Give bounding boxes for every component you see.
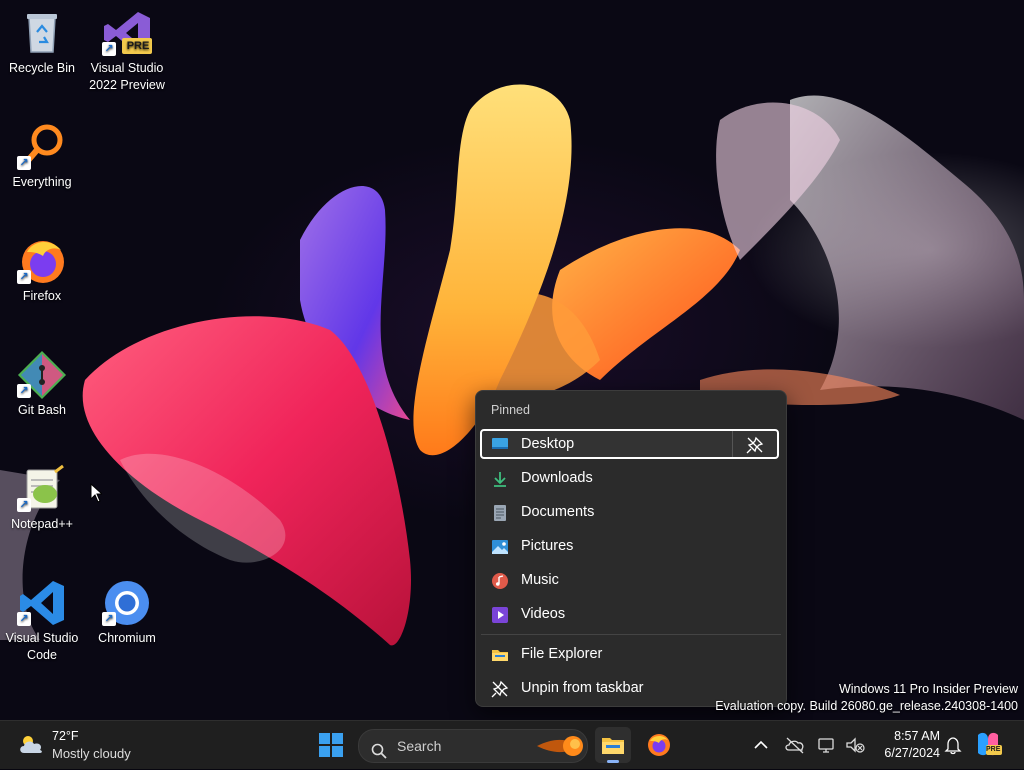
- desktop-icon-everything[interactable]: ↗ Everything: [0, 122, 84, 191]
- desktop-icon-visual-studio-2022-preview[interactable]: PRE ↗ Visual Studio 2022 Preview: [85, 8, 169, 94]
- unpin-item-button[interactable]: [732, 431, 777, 457]
- clock-date: 6/27/2024: [884, 746, 940, 760]
- mouse-cursor-icon: [90, 483, 102, 503]
- folder-icon: [491, 645, 509, 663]
- download-arrow-icon: [491, 469, 509, 487]
- everything-search-icon: ↗: [17, 122, 67, 172]
- desktop-icon-visual-studio-code[interactable]: ↗ Visual Studio Code: [0, 578, 84, 664]
- firefox-icon: [648, 734, 670, 756]
- desktop-icon-label: Notepad++: [11, 517, 73, 531]
- evaluation-watermark: Windows 11 Pro Insider Preview Evaluatio…: [715, 681, 1018, 715]
- video-icon: [491, 605, 509, 623]
- copilot-pre-badge: PRE: [986, 746, 1001, 753]
- desktop-icon-firefox[interactable]: ↗ Firefox: [0, 236, 84, 305]
- music-icon: [491, 571, 509, 589]
- notification-bell-icon[interactable]: [943, 735, 963, 755]
- document-icon: [491, 503, 509, 521]
- recycle-bin-icon: [17, 8, 67, 58]
- chromium-icon: ↗: [102, 578, 152, 628]
- jump-list-item-pictures[interactable]: Pictures: [481, 531, 779, 561]
- jump-list-item-videos[interactable]: Videos: [481, 599, 779, 629]
- jump-list-item-label: Downloads: [521, 470, 593, 486]
- desktop-icon-label: Chromium: [98, 631, 156, 645]
- desktop-icon-label: Visual Studio Code: [5, 631, 79, 662]
- vscode-icon: ↗: [17, 578, 67, 628]
- unpin-icon: [491, 679, 509, 698]
- jump-list-item-music[interactable]: Music: [481, 565, 779, 595]
- cloud-icon: [18, 733, 46, 760]
- jump-list-item-label: File Explorer: [521, 646, 603, 662]
- start-button[interactable]: [313, 727, 349, 763]
- search-placeholder: Search: [397, 738, 442, 754]
- desktop-folder-icon: [491, 435, 509, 453]
- taskbar-firefox-button[interactable]: [641, 727, 677, 763]
- desktop-icon-label: Visual Studio 2022 Preview: [89, 61, 165, 92]
- desktop-icon-recycle-bin[interactable]: Recycle Bin: [0, 8, 84, 77]
- taskbar-search-box[interactable]: Search: [358, 729, 588, 763]
- pre-badge: PRE: [126, 40, 150, 52]
- copilot-button[interactable]: PRE: [970, 729, 1006, 761]
- jump-list-divider: [481, 634, 781, 635]
- jump-list-item-downloads[interactable]: Downloads: [481, 463, 779, 493]
- taskbar: 72°F Mostly cloudy Search 8:57 AM 6/27/2…: [0, 720, 1024, 769]
- network-monitor-icon[interactable]: [817, 735, 837, 755]
- jump-list-item-label: Pictures: [521, 538, 574, 554]
- folder-icon: [602, 738, 624, 754]
- shortcut-arrow-icon: ↗: [17, 156, 31, 170]
- speaker-muted-icon[interactable]: [845, 735, 865, 755]
- copilot-icon: [978, 732, 1002, 756]
- desktop-icon-label: Firefox: [22, 289, 62, 303]
- windows-logo-icon: [319, 733, 343, 757]
- jump-list-item-label: Desktop: [521, 436, 575, 452]
- shortcut-arrow-icon: ↗: [17, 270, 31, 284]
- watermark-line-2: Evaluation copy. Build 26080.ge_release.…: [715, 699, 1018, 713]
- desktop-icon-notepad-plus-plus[interactable]: ↗ Notepad++: [0, 464, 84, 533]
- jump-list-pinned-header: Pinned: [491, 403, 530, 417]
- jump-list-action-file-explorer[interactable]: File Explorer: [481, 639, 779, 669]
- jump-list-item-label: Music: [521, 572, 559, 588]
- desktop-icon-label: Recycle Bin: [9, 61, 75, 75]
- desktop-icon-label: Git Bash: [18, 403, 66, 417]
- jump-list-item-label: Videos: [521, 606, 566, 622]
- firefox-icon: ↗: [17, 236, 67, 286]
- weather-temperature: 72°F: [52, 729, 79, 743]
- cloud-offline-icon[interactable]: [785, 735, 805, 755]
- shortcut-arrow-icon: ↗: [17, 612, 31, 626]
- picture-icon: [491, 537, 509, 555]
- shortcut-arrow-icon: ↗: [17, 498, 31, 512]
- jump-list-item-label: Documents: [521, 504, 595, 520]
- chevron-up-icon[interactable]: [751, 735, 771, 755]
- jump-list-item-documents[interactable]: Documents: [481, 497, 779, 527]
- weather-condition: Mostly cloudy: [52, 746, 131, 761]
- jump-list-item-label: Unpin from taskbar: [521, 680, 644, 696]
- shortcut-arrow-icon: ↗: [102, 42, 116, 56]
- shortcut-arrow-icon: ↗: [102, 612, 116, 626]
- visual-studio-preview-icon: PRE ↗: [102, 8, 152, 58]
- unpin-icon: [746, 436, 764, 454]
- desktop-icon-label: Everything: [12, 175, 72, 189]
- file-explorer-jump-list: Pinned Desktop Downloads Documents Pictu…: [475, 390, 787, 707]
- git-bash-icon: ↗: [17, 350, 67, 400]
- watermark-line-1: Windows 11 Pro Insider Preview: [838, 682, 1018, 696]
- taskbar-clock[interactable]: 8:57 AM 6/27/2024: [874, 728, 940, 762]
- taskbar-file-explorer-button[interactable]: [595, 727, 631, 763]
- shortcut-arrow-icon: ↗: [17, 384, 31, 398]
- jump-list-item-desktop[interactable]: Desktop: [480, 429, 779, 459]
- search-icon: [371, 738, 387, 770]
- desktop-icon-git-bash[interactable]: ↗ Git Bash: [0, 350, 84, 419]
- clock-time: 8:57 AM: [894, 729, 940, 743]
- search-highlight-comet-icon: [537, 736, 583, 756]
- notepad-plus-plus-icon: ↗: [17, 464, 67, 514]
- desktop-icon-chromium[interactable]: ↗ Chromium: [85, 578, 169, 647]
